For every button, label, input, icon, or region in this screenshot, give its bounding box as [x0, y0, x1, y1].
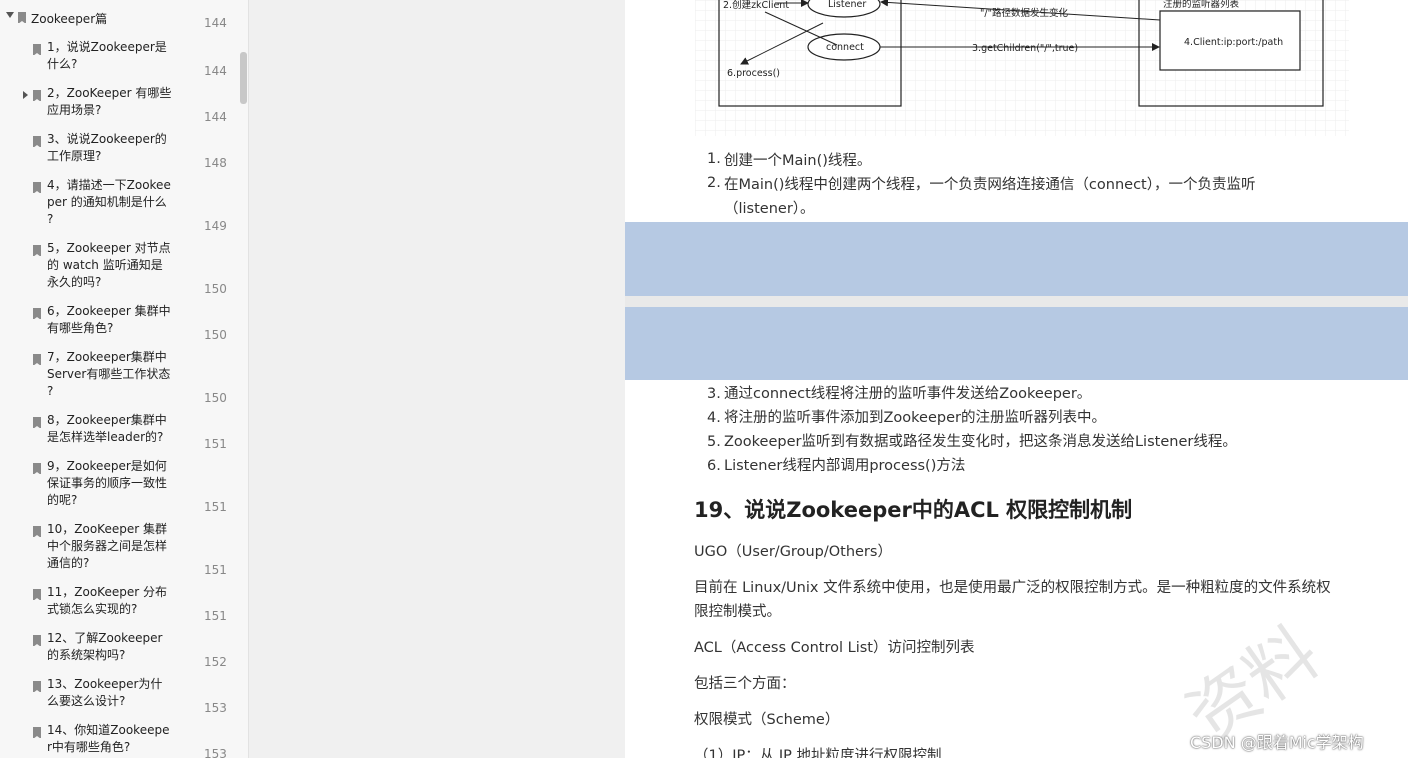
bookmark-icon	[33, 354, 41, 366]
bookmark-page: 151	[204, 500, 227, 514]
bookmark-icon	[33, 526, 41, 538]
diagram-label: 6.process()	[727, 68, 780, 79]
list-number: 5.	[707, 434, 721, 450]
bookmark-page: 153	[204, 747, 227, 758]
bookmark-label: 2，ZooKeeper 有哪些 应用场景?	[47, 86, 172, 117]
bookmark-page: 152	[204, 655, 227, 669]
list-number: 3.	[707, 386, 721, 402]
bookmark-page: 151	[204, 609, 227, 623]
list-number: 6.	[707, 458, 721, 474]
page-break-band	[625, 307, 1408, 380]
collapse-triangle-icon[interactable]	[6, 12, 14, 18]
diagram-label: connect	[826, 42, 864, 53]
diagram-label: "/"路径数据发生变化	[980, 7, 1068, 19]
pdf-reader: Zookeeper篇 144 1，说说Zookeeper是 什么? 144 2，…	[0, 0, 1408, 758]
paragraph: （1）IP：从 IP 地址粒度进行权限控制	[694, 748, 942, 758]
watch-mechanism-diagram: 2.创建zkClient Listener "/"路径数据发生变化 注册的监听器…	[695, 0, 1349, 136]
list-item-text: 创建一个Main()线程。	[724, 153, 872, 169]
bookmark-icon	[33, 417, 41, 429]
bookmark-page: 144	[204, 64, 227, 78]
list-number: 2.	[707, 175, 721, 191]
section-heading: 19、说说Zookeeper中的ACL 权限控制机制	[694, 498, 1133, 522]
bookmark-label: 12、了解Zookeeper 的系统架构吗?	[47, 631, 163, 662]
bookmarks-sidebar: Zookeeper篇 144 1，说说Zookeeper是 什么? 144 2，…	[0, 0, 249, 758]
document-page: 3. 通过connect线程将注册的监听事件发送给Zookeeper。 4. 将…	[625, 380, 1408, 758]
bookmark-label: 5，Zookeeper 对节点 的 watch 监听通知是 永久的吗?	[47, 241, 171, 289]
bookmark-icon	[33, 90, 41, 102]
bookmark-icon	[33, 681, 41, 693]
bookmark-icon	[33, 245, 41, 257]
sidebar-scrollbar-thumb[interactable]	[240, 52, 247, 104]
expand-triangle-icon[interactable]	[23, 91, 28, 99]
list-item-text: Listener线程内部调用process()方法	[724, 458, 966, 474]
bookmark-icon	[33, 635, 41, 647]
bookmark-icon	[33, 463, 41, 475]
bookmark-label: 9，Zookeeper是如何 保证事务的顺序一致性 的呢?	[47, 459, 168, 507]
list-item-text: （listener）。	[724, 201, 815, 217]
bookmark-page: 144	[204, 16, 227, 30]
diagram-label: 2.创建zkClient	[723, 0, 789, 11]
list-number: 1.	[707, 151, 721, 167]
bookmark-label: 1，说说Zookeeper是 什么?	[47, 40, 167, 71]
bookmark-label: 4，请描述一下Zookee per 的通知机制是什么 ?	[47, 178, 171, 226]
list-item-text: 通过connect线程将注册的监听事件发送给Zookeeper。	[724, 386, 1092, 402]
page-break-band	[625, 222, 1408, 296]
paragraph: 权限模式（Scheme）	[694, 712, 840, 728]
bookmark-label: 11，ZooKeeper 分布 式锁怎么实现的?	[47, 585, 167, 616]
diagram-label: Listener	[828, 0, 866, 10]
viewer-background	[250, 0, 625, 758]
bookmark-icon	[33, 308, 41, 320]
paragraph: ACL（Access Control List）访问控制列表	[694, 640, 975, 656]
bookmark-icon	[18, 12, 26, 24]
bookmark-page: 150	[204, 328, 227, 342]
bookmark-page: 149	[204, 219, 227, 233]
bookmark-page: 144	[204, 110, 227, 124]
bookmark-page: 151	[204, 437, 227, 451]
bookmark-icon	[33, 589, 41, 601]
bookmark-label: 14、你知道Zookeepe r中有哪些角色?	[47, 723, 170, 754]
bookmark-label: 6，Zookeeper 集群中 有哪些角色?	[47, 304, 171, 335]
bookmark-label: 13、Zookeeper为什 么要这么设计?	[47, 677, 163, 708]
bookmark-page: 150	[204, 282, 227, 296]
bookmark-label: 10，ZooKeeper 集群 中个服务器之间是怎样 通信的?	[47, 522, 168, 570]
bookmark-page: 151	[204, 563, 227, 577]
bookmark-page: 148	[204, 156, 227, 170]
list-item-text: 将注册的监听事件添加到Zookeeper的注册监听器列表中。	[724, 410, 1106, 426]
diagram-label: 3.getChildren("/",true)	[972, 43, 1078, 54]
paragraph: 包括三个方面：	[694, 676, 796, 692]
diagram-label: 注册的监听器列表	[1163, 0, 1240, 10]
paragraph: UGO（User/Group/Others）	[694, 544, 892, 560]
list-item-text: 在Main()线程中创建两个线程，一个负责网络连接通信（connect），一个负…	[724, 177, 1256, 193]
paragraph: 目前在 Linux/Unix 文件系统中使用，也是使用最广泛的权限控制方式。是一…	[694, 580, 1331, 596]
bookmark-icon	[33, 182, 41, 194]
list-item-text: Zookeeper监听到有数据或路径发生变化时，把这条消息发送给Listener…	[724, 434, 1237, 450]
bookmark-label: 8，Zookeeper集群中 是怎样选举leader的?	[47, 413, 167, 444]
bookmark-root[interactable]: Zookeeper篇 144	[0, 8, 236, 30]
document-page: 2.创建zkClient Listener "/"路径数据发生变化 注册的监听器…	[625, 0, 1408, 222]
bookmark-label: 3、说说Zookeeper的 工作原理?	[47, 132, 167, 163]
diagram-label: 4.Client:ip:port:/path	[1184, 37, 1283, 48]
bookmark-page: 150	[204, 391, 227, 405]
bookmark-icon	[33, 44, 41, 56]
list-number: 4.	[707, 410, 721, 426]
bookmark-icon	[33, 727, 41, 739]
paragraph: 限控制模式。	[694, 604, 781, 620]
bookmark-root-label: Zookeeper篇	[31, 12, 108, 26]
csdn-watermark: CSDN @跟着Mic学架构	[1190, 733, 1364, 752]
bookmark-icon	[33, 136, 41, 148]
bookmark-label: 7，Zookeeper集群中 Server有哪些工作状态 ?	[47, 350, 171, 398]
page-separator	[625, 296, 1408, 307]
bookmark-page: 153	[204, 701, 227, 715]
